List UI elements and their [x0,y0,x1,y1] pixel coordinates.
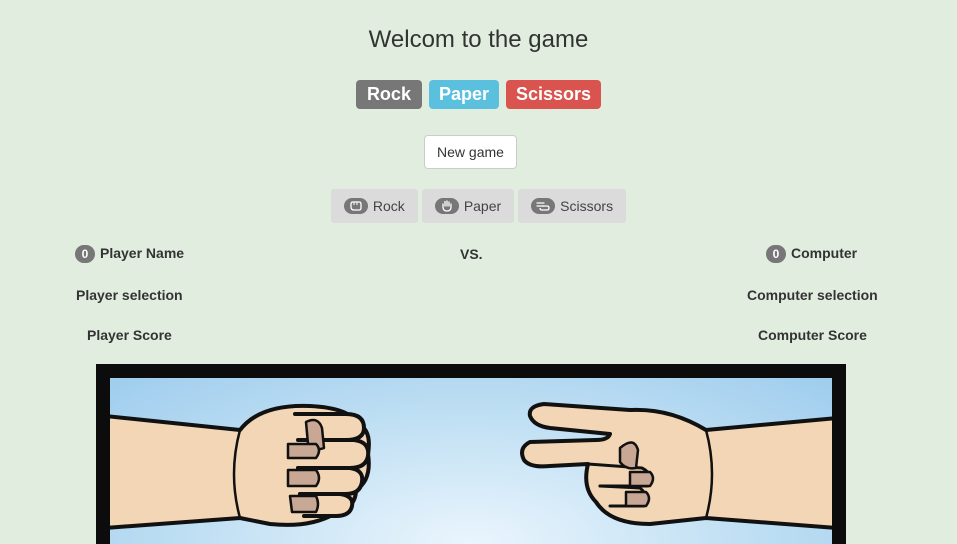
game-illustration [96,364,846,544]
versus-label: VS. [460,246,483,262]
hand-scissors-icon [531,198,556,214]
scissors-label: Scissors [505,80,602,109]
computer-score: Computer Score [758,327,867,343]
hand-paper-icon [434,198,459,214]
hands-illustration [110,402,832,530]
computer-name-row: 0 Computer [766,245,858,264]
computer-wins-badge: 0 [766,245,786,264]
player-name-row: 0 Player Name [75,245,185,264]
paper-button[interactable]: Paper [421,189,515,223]
rock-label: Rock [355,80,422,109]
player-wins-badge: 0 [75,245,95,264]
player-selection: Player selection [76,287,183,303]
rock-fist-icon [110,403,371,530]
game-illustration-sky [110,378,832,544]
hand-rock-icon [343,198,368,214]
page-title: Welcom to the game [368,26,589,53]
new-game-button[interactable]: New game [424,135,517,169]
scissors-hand-icon [520,402,832,530]
scissors-button-label: Scissors [560,198,614,214]
computer-name: Computer [791,245,858,261]
choice-buttons: Rock Paper Scissors [0,189,957,223]
computer-selection: Computer selection [747,287,878,303]
scissors-button[interactable]: Scissors [518,189,627,223]
paper-button-label: Paper [463,198,502,214]
player-name: Player Name [100,245,185,261]
player-score: Player Score [87,327,172,343]
paper-label: Paper [428,80,499,109]
rock-button-label: Rock [372,198,405,214]
option-labels: Rock Paper Scissors [0,80,957,109]
rock-button[interactable]: Rock [330,189,418,223]
